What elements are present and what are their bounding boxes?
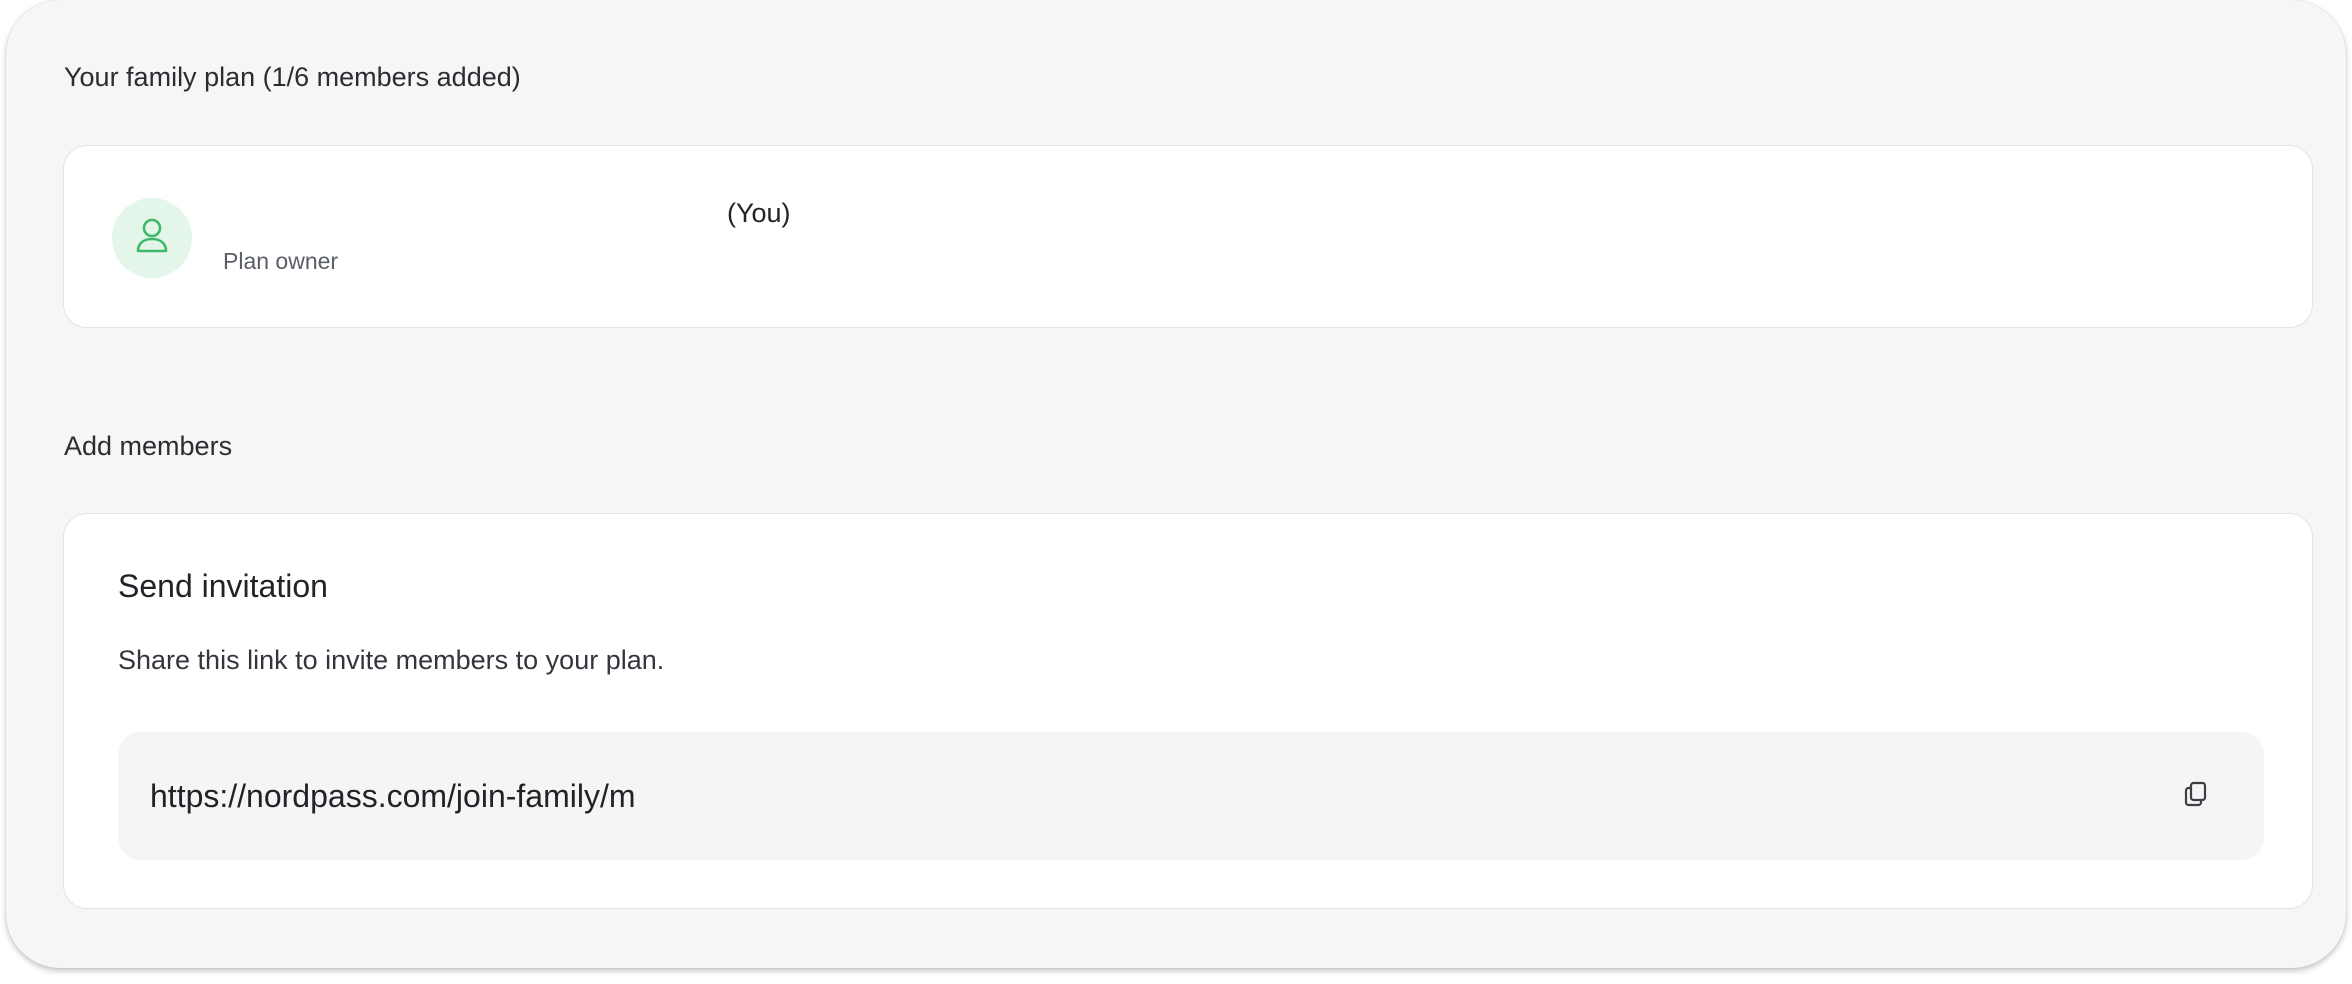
avatar xyxy=(112,198,192,278)
send-invitation-heading: Send invitation xyxy=(118,568,328,604)
copy-icon xyxy=(2183,780,2209,813)
add-members-title: Add members xyxy=(64,431,233,461)
send-invitation-description: Share this link to invite members to you… xyxy=(118,645,665,675)
send-invitation-card: Send invitation Share this link to invit… xyxy=(63,513,2313,909)
owner-you-label: (You) xyxy=(727,198,791,228)
copy-link-button[interactable] xyxy=(2176,776,2216,816)
invitation-link-text[interactable]: https://nordpass.com/join-family/m xyxy=(150,780,636,812)
user-icon xyxy=(133,216,171,261)
family-plan-title: Your family plan (1/6 members added) xyxy=(64,62,521,92)
plan-owner-card: (You) Plan owner xyxy=(63,145,2313,328)
invitation-link-field[interactable]: https://nordpass.com/join-family/m xyxy=(118,732,2264,860)
family-plan-panel: Your family plan (1/6 members added) (Yo… xyxy=(6,0,2346,968)
owner-role-label: Plan owner xyxy=(223,248,339,274)
